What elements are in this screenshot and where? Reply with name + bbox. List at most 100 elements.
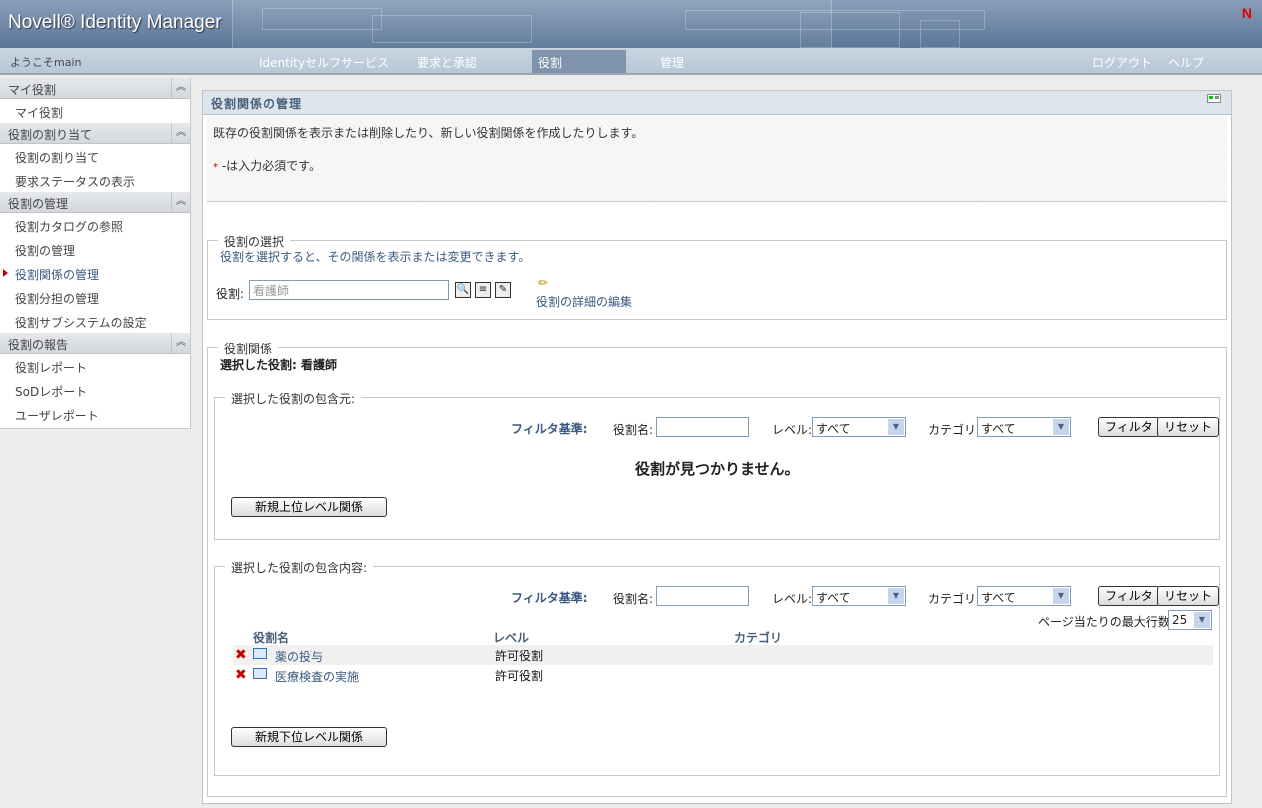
- chevron-down-icon: ▼: [1053, 588, 1069, 604]
- sidebar-item-role-report[interactable]: 役割レポート: [0, 354, 190, 378]
- edit-icon[interactable]: ✎: [495, 282, 511, 298]
- table-row: ✖ 医療検査の実施 許可役割: [233, 665, 1213, 685]
- role-name-link[interactable]: 薬の投与: [275, 648, 323, 665]
- children-role-name-input[interactable]: [656, 586, 749, 606]
- role-level: 許可役割: [495, 669, 544, 683]
- collapse-icon[interactable]: ︽: [171, 333, 190, 353]
- delete-icon[interactable]: ✖: [235, 667, 247, 683]
- filter-label: フィルタ基準:: [511, 591, 588, 605]
- children-category-select[interactable]: すべて ▼: [977, 586, 1071, 606]
- level-value: すべて: [816, 591, 851, 605]
- children-filter-button[interactable]: フィルタ: [1098, 586, 1160, 606]
- selected-role-label: 選択した役割: 看護師: [220, 358, 337, 372]
- role-label: 役割:: [216, 287, 245, 301]
- table-row: ✖ 薬の投与 許可役割: [233, 645, 1213, 665]
- new-parent-relation-button[interactable]: 新規上位レベル関係: [231, 497, 387, 517]
- nav-roles[interactable]: 役割: [532, 50, 626, 73]
- app-header: Novell® Identity Manager N: [0, 0, 1262, 48]
- sidebar-item-assign-roles[interactable]: 役割の割り当て: [0, 144, 190, 168]
- sidebar-item-user-report[interactable]: ユーザレポート: [0, 402, 190, 426]
- delete-icon[interactable]: ✖: [235, 647, 247, 663]
- chevron-down-icon: ▼: [888, 419, 904, 435]
- parents-reset-button[interactable]: リセット: [1157, 417, 1219, 437]
- filter-label: フィルタ基準:: [511, 422, 588, 436]
- category-value: すべて: [981, 591, 1016, 605]
- children-level-select[interactable]: すべて ▼: [812, 586, 906, 606]
- panel-options-icon[interactable]: [1207, 94, 1221, 103]
- max-rows-value: 25: [1172, 613, 1188, 627]
- welcome-text: ようこそmain: [10, 56, 82, 69]
- sidebar-item-my-roles[interactable]: マイ役割: [0, 99, 190, 123]
- children-reset-button[interactable]: リセット: [1157, 586, 1219, 606]
- new-child-relation-button[interactable]: 新規下位レベル関係: [231, 727, 387, 747]
- app-logo: Novell® Identity Manager: [8, 12, 222, 33]
- section-title: 役割の報告: [8, 338, 69, 352]
- children-legend: 選択した役割の包含内容:: [225, 559, 374, 576]
- parents-role-name-input[interactable]: [656, 417, 749, 437]
- description-text: 既存の役割関係を表示または削除したり、新しい役割関係を作成したりします。: [213, 126, 644, 140]
- chevron-down-icon: ▼: [1194, 612, 1210, 628]
- sidebar-item-browse-catalog[interactable]: 役割カタログの参照: [0, 213, 190, 237]
- section-title: 役割の割り当て: [8, 128, 93, 142]
- sidebar-item-request-status[interactable]: 要求ステータスの表示: [0, 168, 190, 192]
- category-label: カテゴリ:: [928, 423, 981, 437]
- level-label: レベル:: [772, 592, 813, 606]
- collapse-icon[interactable]: ︽: [171, 192, 190, 212]
- role-name-label: 役割名:: [613, 423, 654, 437]
- max-rows-label: ページ当たりの最大行数: [1038, 615, 1170, 629]
- role-icon: [253, 668, 267, 679]
- category-label: カテゴリ:: [928, 592, 981, 606]
- edit-role-details-link[interactable]: 役割の詳細の編集: [536, 293, 632, 310]
- novell-logo: N: [1241, 5, 1252, 21]
- collapse-icon[interactable]: ︽: [171, 123, 190, 143]
- nav-administration[interactable]: 管理: [660, 54, 684, 71]
- help-link[interactable]: ヘルプ: [1168, 54, 1204, 71]
- main-panel: 役割関係の管理 既存の役割関係を表示または削除したり、新しい役割関係を作成したり…: [202, 90, 1232, 804]
- chevron-down-icon: ▼: [888, 588, 904, 604]
- max-rows-select[interactable]: 25 ▼: [1168, 610, 1212, 630]
- category-value: すべて: [981, 422, 1016, 436]
- sidebar-section-role-assignment[interactable]: 役割の割り当て ︽: [0, 123, 190, 144]
- role-select-fieldset: 役割の選択 役割を選択すると、その関係を表示または変更できます。 役割: 🔍 ≡…: [207, 233, 1227, 320]
- level-label: レベル:: [772, 423, 813, 437]
- top-nav: ようこそmain Identityセルフサービス 要求と承認 役割 管理 ログア…: [0, 48, 1262, 75]
- role-icon: [253, 648, 267, 659]
- page-title: 役割関係の管理: [203, 91, 1231, 115]
- parents-level-select[interactable]: すべて ▼: [812, 417, 906, 437]
- parents-category-select[interactable]: すべて ▼: [977, 417, 1071, 437]
- role-select-hint: 役割を選択すると、その関係を表示または変更できます。: [220, 250, 531, 264]
- chevron-down-icon: ▼: [1053, 419, 1069, 435]
- column-header-level[interactable]: レベル: [493, 629, 529, 646]
- sidebar-section-role-reports[interactable]: 役割の報告 ︽: [0, 333, 190, 354]
- sidebar-section-my-roles[interactable]: マイ役割 ︽: [0, 78, 190, 99]
- sidebar-section-role-management[interactable]: 役割の管理 ︽: [0, 192, 190, 213]
- nav-identity-self-service[interactable]: Identityセルフサービス: [259, 54, 389, 71]
- role-input[interactable]: [249, 280, 449, 300]
- search-icon[interactable]: 🔍: [455, 282, 471, 298]
- role-level: 許可役割: [495, 649, 544, 663]
- sidebar-item-subsystem-settings[interactable]: 役割サブシステムの設定: [0, 309, 190, 333]
- logout-link[interactable]: ログアウト: [1092, 54, 1152, 71]
- sidebar-item-sod-report[interactable]: SoDレポート: [0, 378, 190, 402]
- section-title: マイ役割: [8, 83, 57, 97]
- role-name-label: 役割名:: [613, 592, 654, 606]
- level-value: すべて: [816, 422, 851, 436]
- sidebar-item-manage-relationships[interactable]: 役割関係の管理: [0, 261, 190, 285]
- relations-fieldset: 役割関係 選択した役割: 看護師 選択した役割の包含元: フィルタ基準: 役割名…: [207, 340, 1227, 797]
- column-header-category[interactable]: カテゴリ: [734, 629, 782, 646]
- parents-fieldset: 選択した役割の包含元: フィルタ基準: 役割名: レベル: すべて ▼ カテゴリ:…: [214, 390, 1220, 540]
- sidebar-item-manage-sod[interactable]: 役割分担の管理: [0, 285, 190, 309]
- sidebar-item-manage-roles[interactable]: 役割の管理: [0, 237, 190, 261]
- required-note: -は入力必須です。: [221, 159, 321, 173]
- role-list-icon[interactable]: ≡: [475, 282, 491, 298]
- page-description: 既存の役割関係を表示または削除したり、新しい役割関係を作成したりします。 * -…: [207, 116, 1227, 202]
- pencil-icon: ✏: [538, 276, 549, 290]
- parents-filter-button[interactable]: フィルタ: [1098, 417, 1160, 437]
- children-fieldset: 選択した役割の包含内容: フィルタ基準: 役割名: レベル: すべて ▼ カテゴリ…: [214, 559, 1220, 776]
- column-header-role-name[interactable]: 役割名: [253, 629, 289, 646]
- parents-legend: 選択した役割の包含元:: [225, 390, 362, 407]
- required-mark: *: [213, 162, 218, 173]
- role-name-link[interactable]: 医療検査の実施: [275, 668, 359, 685]
- collapse-icon[interactable]: ︽: [171, 78, 190, 98]
- nav-requests-approvals[interactable]: 要求と承認: [417, 54, 477, 71]
